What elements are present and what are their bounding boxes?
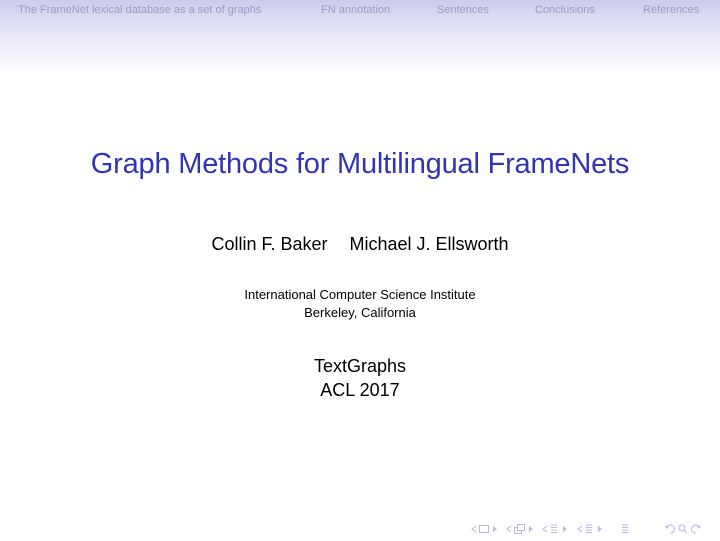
nav-section-framenet-graphs[interactable]: The FrameNet lexical database as a set o… [18,4,261,16]
appendix-icon[interactable] [620,522,630,536]
section-prev-icon[interactable] [541,522,549,536]
institution-name: International Computer Science Institute [244,287,476,302]
frame-next-icon[interactable] [491,522,499,536]
venue: TextGraphs ACL 2017 [0,354,720,402]
forward-icon[interactable] [690,522,702,536]
nav-section-references[interactable]: References [643,4,699,16]
conference-name: ACL 2017 [320,380,400,400]
author-name: Collin F. Baker [211,234,328,254]
beamer-navigation-symbols [0,522,720,536]
slide-title: Graph Methods for Multilingual FrameNets [90,148,630,180]
slide-prev-icon[interactable] [576,522,584,536]
nav-section-sentences[interactable]: Sentences [437,4,489,16]
section-next-icon[interactable] [561,522,569,536]
authors: Collin F. Baker Michael J. Ellsworth [0,234,720,255]
nav-section-conclusions[interactable]: Conclusions [535,4,595,16]
affiliation: International Computer Science Institute… [0,286,720,322]
subsection-icon[interactable] [513,522,526,536]
section-navigation: The FrameNet lexical database as a set o… [0,4,720,20]
frame-icon[interactable] [478,522,490,536]
event-name: TextGraphs [313,356,407,376]
subsection-prev-icon[interactable] [505,522,513,536]
nav-section-fn-annotation[interactable]: FN annotation [321,4,390,16]
back-icon[interactable] [664,522,676,536]
search-icon[interactable] [677,522,689,536]
institution-location: Berkeley, California [304,305,416,320]
author-name: Michael J. Ellsworth [349,234,509,254]
slide-icon[interactable] [584,522,594,536]
subsection-next-icon[interactable] [527,522,535,536]
section-icon[interactable] [549,522,559,536]
slide-next-icon[interactable] [596,522,604,536]
frame-prev-icon[interactable] [470,522,478,536]
